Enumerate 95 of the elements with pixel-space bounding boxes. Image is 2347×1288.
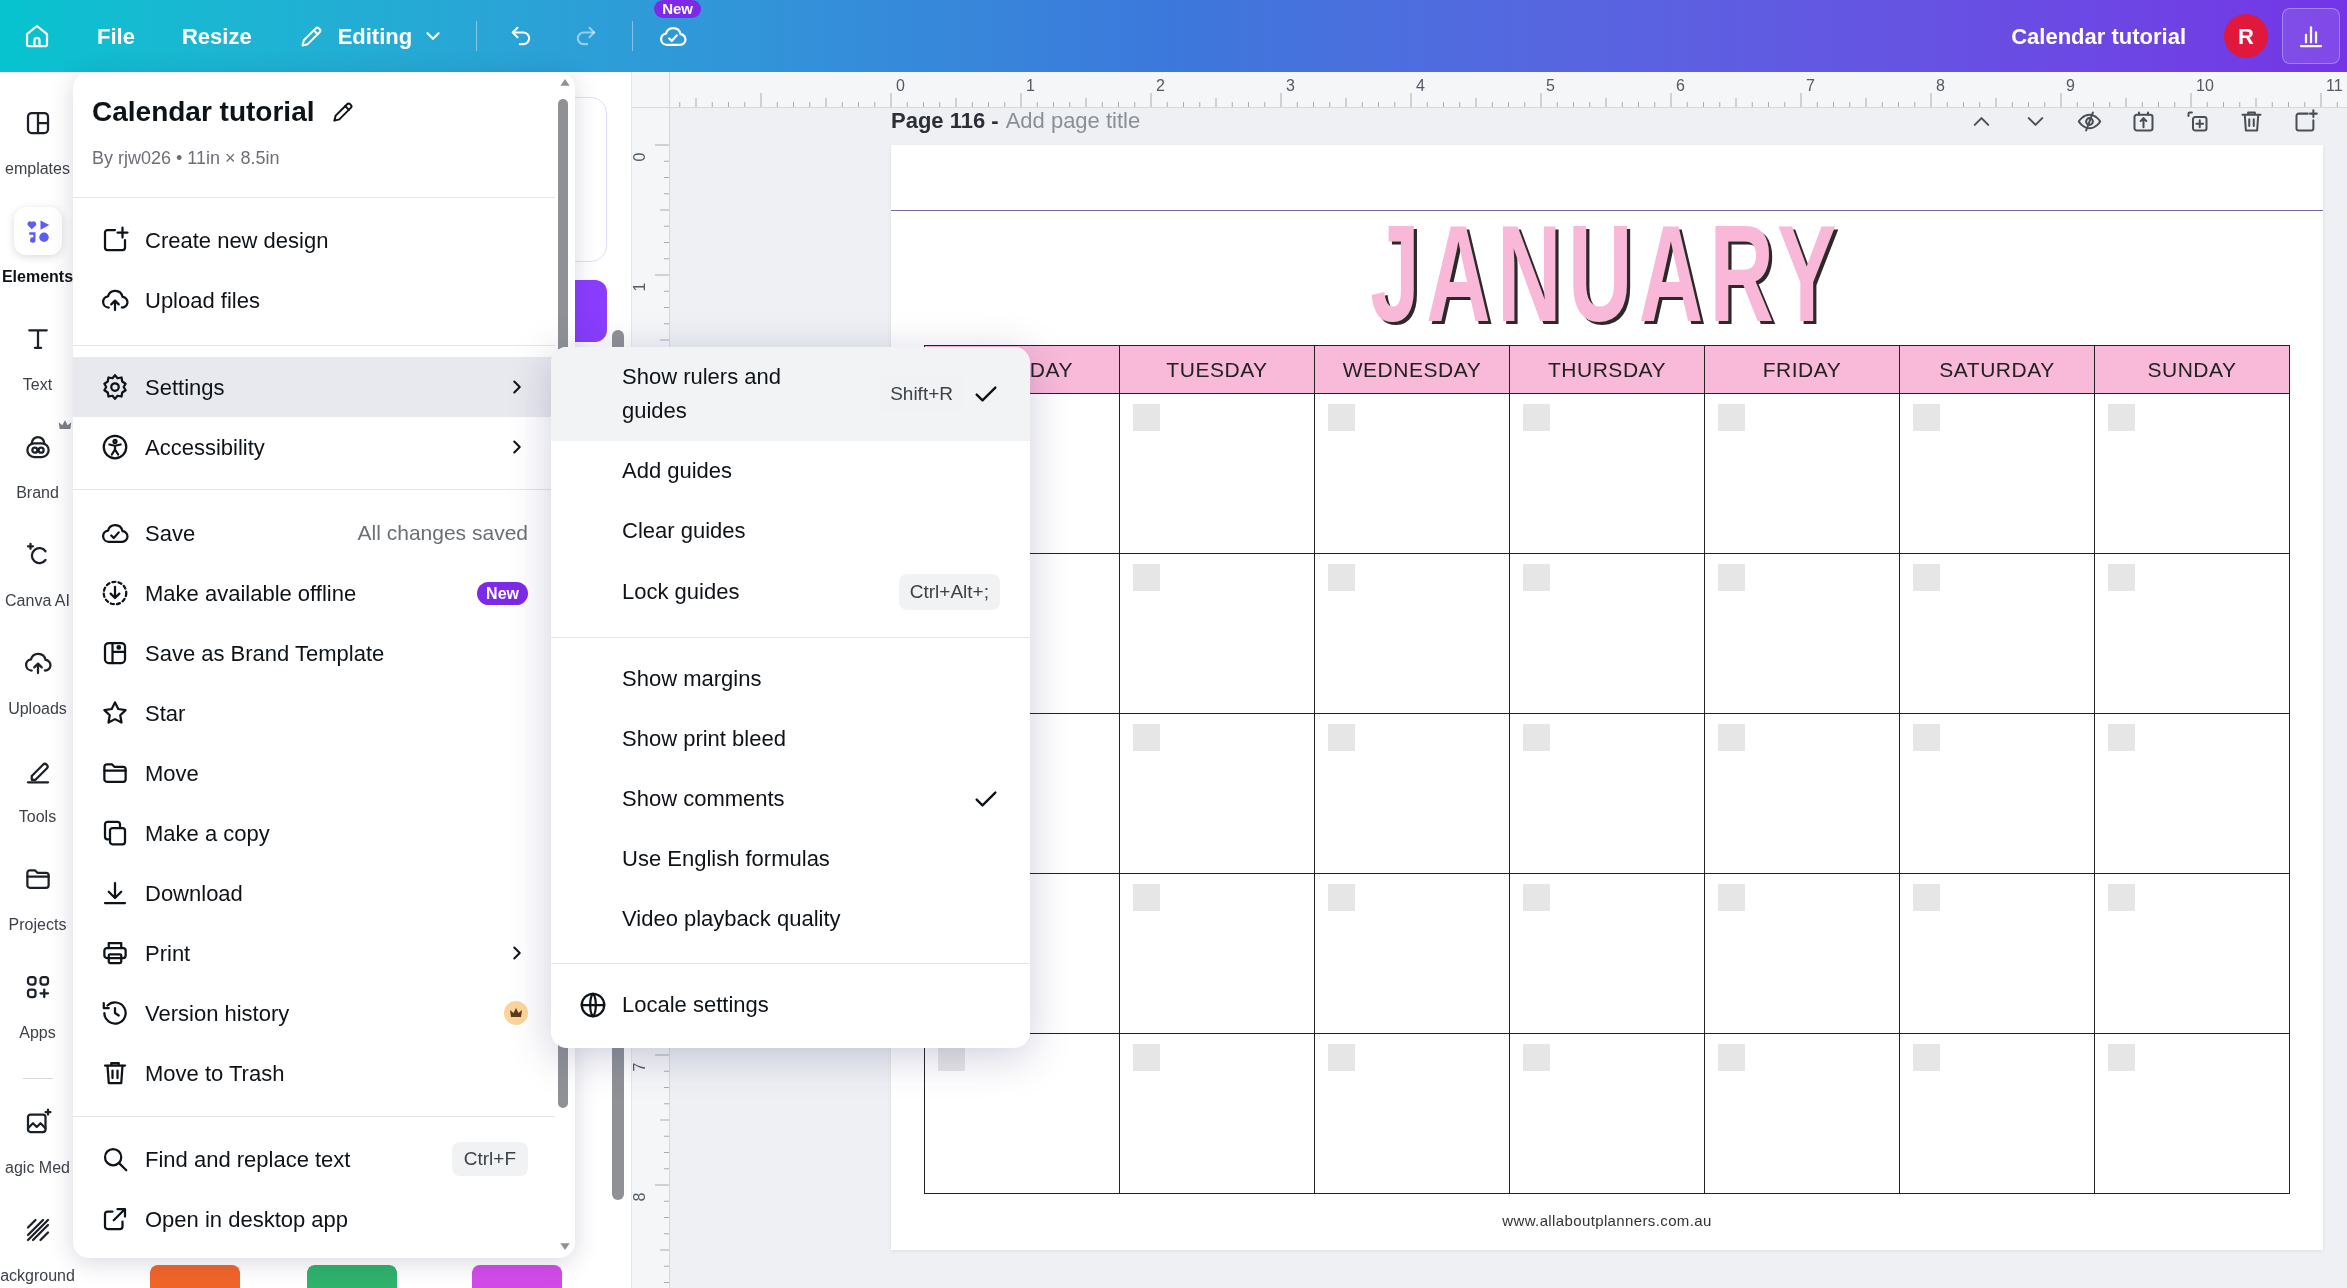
date-marker — [1133, 564, 1160, 591]
thumbnail[interactable] — [150, 1265, 240, 1288]
sidebar-item[interactable]: agic Med — [0, 1092, 75, 1200]
ruler-number: 1 — [632, 282, 649, 292]
save-status: All changes saved — [357, 520, 528, 547]
ruler-number: 11 — [2326, 76, 2343, 96]
menu-item[interactable]: Move to Trash — [73, 1043, 555, 1103]
date-marker — [1328, 884, 1355, 911]
date-marker — [1718, 404, 1745, 431]
date-marker — [1718, 1044, 1745, 1071]
ruler-number: 7 — [1806, 76, 1815, 96]
globe-icon — [578, 990, 608, 1020]
duplicate-icon[interactable] — [2184, 108, 2211, 135]
sidebar-item[interactable]: Text — [0, 309, 75, 417]
day-header: THURSDAY — [1510, 346, 1705, 394]
date-marker — [1328, 564, 1355, 591]
day-header: WEDNESDAY — [1315, 346, 1510, 394]
sidebar-item[interactable]: Elements — [0, 201, 75, 309]
date-marker — [1913, 404, 1940, 431]
dashed-circle-download-icon — [100, 578, 130, 608]
ruler-number: 9 — [2066, 76, 2075, 96]
month-title: JANUARY — [1370, 224, 1844, 324]
settings-icon — [100, 372, 130, 402]
date-marker — [1523, 884, 1550, 911]
ruler-number: 1 — [1026, 76, 1035, 96]
sidebar-item[interactable]: Canva AI — [0, 525, 75, 633]
ruler-number: 8 — [1936, 76, 1945, 96]
add-page-icon[interactable] — [2292, 108, 2319, 135]
date-marker — [1523, 404, 1550, 431]
date-marker — [1913, 724, 1940, 751]
ruler-number: 0 — [632, 152, 649, 162]
date-marker — [1133, 1044, 1160, 1071]
ruler-number: 10 — [2196, 76, 2214, 96]
design-details: By rjw026 • 11in × 8.5in — [92, 147, 281, 169]
date-marker — [1718, 564, 1745, 591]
submenu-item[interactable]: Lock guides Ctrl+Alt+; — [551, 561, 1030, 623]
day-header: FRIDAY — [1705, 346, 1900, 394]
sidebar-item[interactable]: Apps — [0, 957, 75, 1065]
menu-item[interactable]: Upload files — [73, 270, 555, 330]
crown-icon — [504, 1001, 528, 1025]
day-header: SATURDAY — [1900, 346, 2095, 394]
design-title: Calendar tutorial — [2011, 22, 2186, 51]
sidebar-item[interactable]: Brand — [0, 417, 75, 525]
date-marker — [1133, 404, 1160, 431]
submenu-item[interactable]: Show rulers and guides Shift+R — [551, 347, 1030, 441]
page-number: Page 116 - — [891, 108, 999, 134]
menu-title: Calendar tutorial — [92, 95, 315, 129]
date-marker — [2108, 724, 2135, 751]
date-marker — [1913, 564, 1940, 591]
ruler-number: 4 — [1416, 76, 1425, 96]
accessibility-icon — [100, 432, 130, 462]
date-marker — [1328, 404, 1355, 431]
shortcut-key: Ctrl+Alt+; — [898, 574, 1000, 610]
date-marker — [1718, 724, 1745, 751]
menu-item[interactable]: Find and replace text Ctrl+F — [73, 1129, 555, 1189]
shortcut-key: Ctrl+F — [451, 1142, 528, 1176]
ruler-number: 5 — [1546, 76, 1555, 96]
avatar[interactable]: R — [2224, 14, 2268, 58]
thumbnail[interactable] — [472, 1265, 562, 1288]
menu-item[interactable]: Create new design — [73, 210, 555, 270]
date-marker — [2108, 404, 2135, 431]
day-header: TUESDAY — [1120, 346, 1315, 394]
ruler-number: 6 — [1676, 76, 1685, 96]
footer-url: www.allaboutplanners.com.au — [1502, 1211, 1712, 1231]
date-marker — [1523, 1044, 1550, 1071]
ruler-number: 3 — [1286, 76, 1295, 96]
date-marker — [1913, 884, 1940, 911]
date-marker — [1133, 884, 1160, 911]
sidebar-item[interactable]: Tools — [0, 741, 75, 849]
day-header: SUNDAY — [2095, 346, 2290, 394]
new-badge: New — [654, 0, 701, 18]
thumbnail[interactable] — [307, 1265, 397, 1288]
date-marker — [1328, 724, 1355, 751]
page-title-field[interactable]: Add page title — [1005, 108, 1226, 134]
date-marker — [1718, 884, 1745, 911]
new-badge: New — [477, 581, 528, 605]
menu-item[interactable]: Open in desktop app — [73, 1189, 555, 1249]
date-marker — [1328, 1044, 1355, 1071]
analytics-button[interactable] — [2282, 8, 2340, 64]
date-marker — [1133, 724, 1160, 751]
ruler-number: 0 — [896, 76, 905, 96]
date-marker — [2108, 1044, 2135, 1071]
sidebar-item[interactable]: Uploads — [0, 633, 75, 741]
date-marker — [1523, 564, 1550, 591]
ruler-number: 2 — [1156, 76, 1165, 96]
ruler-number: 8 — [632, 1192, 649, 1202]
sidebar-item[interactable]: emplates — [0, 93, 75, 201]
date-marker — [1523, 724, 1550, 751]
date-marker — [1913, 1044, 1940, 1071]
date-marker — [2108, 884, 2135, 911]
sidebar-item[interactable]: ackground — [0, 1200, 75, 1288]
ruler-number: 7 — [632, 1062, 649, 1072]
date-marker — [2108, 564, 2135, 591]
sidebar-item[interactable]: Projects — [0, 849, 75, 957]
history-icon — [100, 998, 130, 1028]
